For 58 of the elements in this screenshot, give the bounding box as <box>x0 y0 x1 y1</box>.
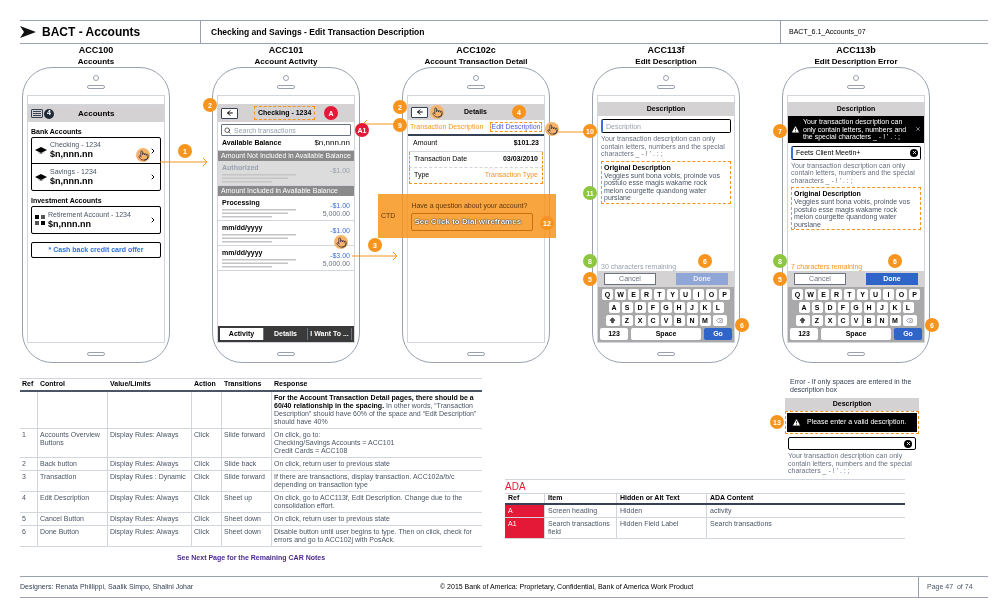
screen-title: Account Transaction Detail <box>424 56 528 67</box>
shift-key[interactable] <box>605 315 620 326</box>
home-button-icon <box>87 352 105 356</box>
balance-amount: $n,nnn.nn <box>314 137 350 149</box>
chevron-icon <box>149 216 157 224</box>
bank-logo-icon <box>35 173 47 181</box>
ctd-note-label: See Click to Dial wireframes <box>411 212 534 231</box>
screen-title: Edit Description Error <box>814 56 898 67</box>
page-title: BACT - Accounts <box>42 24 141 41</box>
home-button-icon <box>277 352 295 356</box>
home-button-icon <box>657 352 675 356</box>
warning-icon <box>791 124 800 134</box>
account-balance: $n,nnn.nn <box>50 175 94 187</box>
tap-hand-icon <box>545 122 559 136</box>
shift-key[interactable] <box>795 315 810 326</box>
ada-title: ADA <box>505 478 905 493</box>
flag-logo-icon <box>20 26 36 38</box>
speaker-icon <box>847 85 865 89</box>
search-icon <box>224 126 231 134</box>
bank-logo-icon <box>35 147 47 154</box>
close-icon[interactable] <box>915 126 921 133</box>
chevron-icon <box>149 146 157 155</box>
back-button[interactable] <box>411 106 428 118</box>
backspace-icon <box>716 317 723 324</box>
account-balance: $n,nnn.nn <box>50 149 94 160</box>
screen-id: ACC101 <box>268 44 304 56</box>
shift-arrow-icon <box>609 317 616 324</box>
description-field[interactable] <box>788 437 916 450</box>
clear-icon[interactable] <box>904 439 912 448</box>
grid-logo-icon <box>35 215 45 225</box>
back-button[interactable] <box>221 107 238 119</box>
shift-arrow-icon <box>799 317 806 324</box>
home-button-icon <box>467 352 485 356</box>
backspace-icon <box>906 317 913 324</box>
home-button-icon <box>847 352 865 356</box>
menu-icon[interactable] <box>31 109 43 118</box>
clear-icon[interactable] <box>910 148 918 157</box>
screen-id: ACC113f <box>647 44 685 56</box>
chevron-icon <box>149 173 157 181</box>
nav-title: Accounts <box>78 107 115 120</box>
back-arrow-icon <box>415 108 424 116</box>
speaker-icon <box>657 85 675 89</box>
page-subtitle: Checking and Savings - Edit Transaction Description <box>211 25 425 39</box>
screen-title: Accounts <box>77 56 115 67</box>
screen-id: ACC113b <box>836 44 876 56</box>
back-arrow-icon <box>225 109 234 117</box>
flow-arrow <box>351 251 398 261</box>
screen-id: ACC102c <box>456 44 496 56</box>
screen-title: Account Activity <box>254 56 318 67</box>
speaker-icon <box>87 85 105 89</box>
screen-id: ACC100 <box>78 44 114 56</box>
tap-hand-icon <box>430 105 444 119</box>
speaker-icon <box>277 85 295 89</box>
flow-arrow <box>159 157 208 167</box>
account-balance: $n,nnn.nn <box>48 218 92 230</box>
speaker-icon <box>467 85 485 89</box>
warning-icon <box>792 418 801 427</box>
screen-title: Edit Description <box>635 56 697 67</box>
